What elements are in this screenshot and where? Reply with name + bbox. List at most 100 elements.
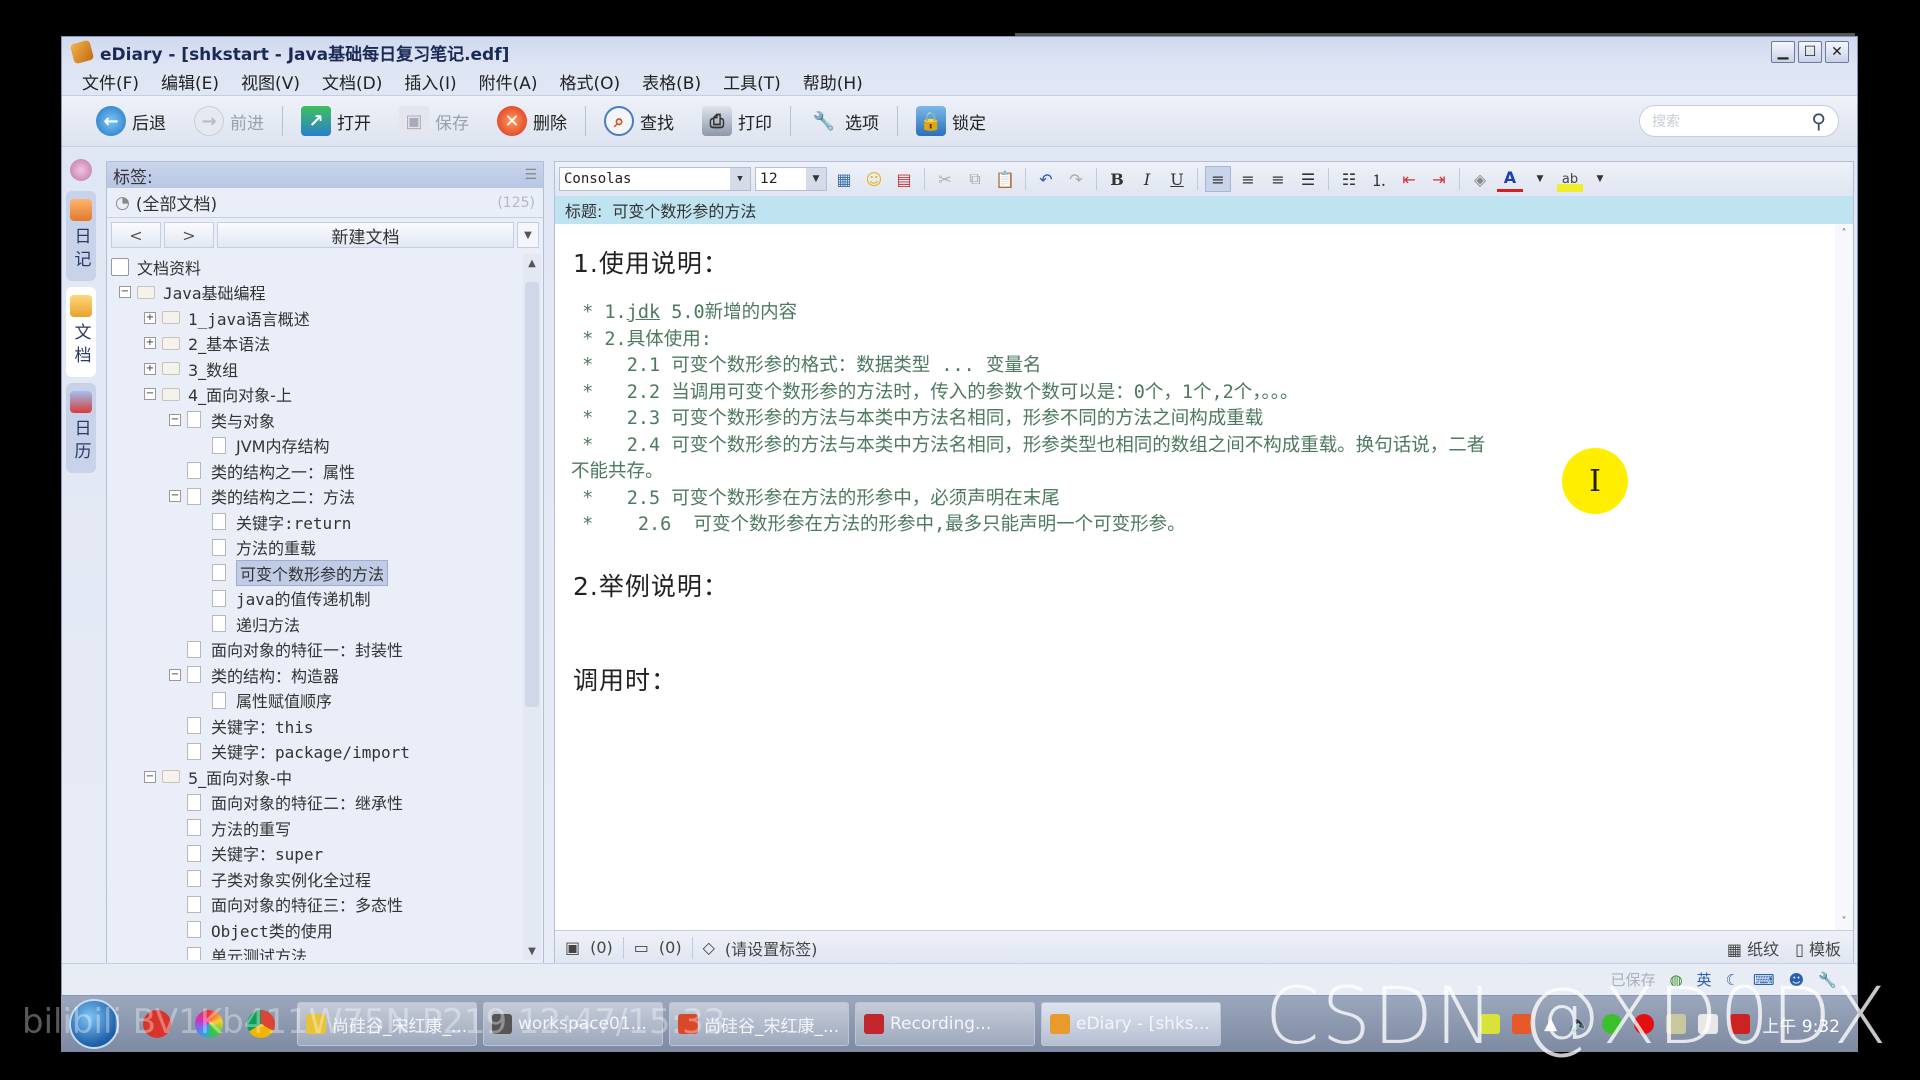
insert-date-icon[interactable]: ▤ xyxy=(891,166,917,192)
font-color-icon[interactable]: A xyxy=(1497,166,1523,192)
paper-texture-button[interactable]: ▦ 纸纹 xyxy=(1727,936,1779,960)
taskbar-task[interactable]: eDiary - [shks... xyxy=(1041,1002,1221,1046)
collapse-icon[interactable]: − xyxy=(169,490,181,503)
numbered-list-icon[interactable]: ⒈ xyxy=(1366,166,1392,192)
collapse-icon[interactable]: − xyxy=(144,770,156,783)
tree-document[interactable]: − 类与对象 xyxy=(111,407,521,433)
tree-folder[interactable]: −4_面向对象-上 xyxy=(111,382,521,408)
font-size-select[interactable]: 12 ▼ xyxy=(755,167,827,191)
paste-icon[interactable]: 📋 xyxy=(992,166,1018,192)
expand-icon[interactable]: + xyxy=(144,311,156,324)
tree-document[interactable]: java的值传递机制 xyxy=(111,586,521,612)
editor-scrollbar[interactable]: ˄ ˅ xyxy=(1835,224,1853,930)
template-button[interactable]: ▯ 模板 xyxy=(1795,936,1841,960)
tree-scrollbar[interactable]: ▲ ▼ xyxy=(523,254,541,960)
underline-icon[interactable]: U xyxy=(1164,166,1190,192)
tree-folder[interactable]: − Java基础编程 xyxy=(111,280,521,306)
scroll-up-icon[interactable]: ▲ xyxy=(523,254,541,272)
collapse-icon[interactable]: − xyxy=(144,388,156,401)
tree-document[interactable]: 面向对象的特征一：封装性 xyxy=(111,637,521,663)
tree-folder[interactable]: +3_数组 xyxy=(111,356,521,382)
tree-document[interactable]: 方法的重写 xyxy=(111,815,521,841)
tree-folder[interactable]: +2_基本语法 xyxy=(111,331,521,357)
align-left-icon[interactable]: ≡ xyxy=(1205,166,1231,192)
vnav-diary[interactable]: 日记 xyxy=(66,191,96,281)
lock-button[interactable]: 🔒 锁定 xyxy=(902,101,1000,141)
menu-attachment[interactable]: 附件(A) xyxy=(479,69,538,94)
menu-table[interactable]: 表格(B) xyxy=(642,69,701,94)
tree-document[interactable]: 关键字：package/import xyxy=(111,739,521,765)
new-document-button[interactable]: 新建文档 xyxy=(217,222,514,248)
delete-button[interactable]: ✕ 删除 xyxy=(483,101,581,141)
tree-document[interactable]: − 类的结构：构造器 xyxy=(111,662,521,688)
tree-document[interactable]: Object类的使用 xyxy=(111,917,521,943)
insert-emoji-icon[interactable]: ☺ xyxy=(861,166,887,192)
vnav-settings[interactable] xyxy=(66,155,96,185)
font-family-select[interactable]: Consolas ▼ xyxy=(559,167,751,191)
collapse-icon[interactable]: − xyxy=(169,413,181,426)
align-right-icon[interactable]: ≡ xyxy=(1265,166,1291,192)
scroll-up-icon[interactable]: ˄ xyxy=(1835,224,1853,242)
taskbar-task[interactable]: Recording... xyxy=(855,1002,1035,1046)
menu-format[interactable]: 格式(O) xyxy=(560,69,621,94)
menu-insert[interactable]: 插入(I) xyxy=(404,69,456,94)
document-body[interactable]: 1.使用说明： * 1.jdk 5.0新增的内容 * 2.具体使用: * 2.1… xyxy=(555,224,1833,930)
tree-folder[interactable]: −5_面向对象-中 xyxy=(111,764,521,790)
tree-root[interactable]: 文档资料 xyxy=(111,254,521,280)
menu-edit[interactable]: 编辑(E) xyxy=(161,69,219,94)
collapse-icon[interactable]: − xyxy=(169,668,181,681)
align-center-icon[interactable]: ≡ xyxy=(1235,166,1261,192)
italic-icon[interactable]: I xyxy=(1134,166,1160,192)
menu-file[interactable]: 文件(F) xyxy=(82,69,139,94)
tree-document[interactable]: 面向对象的特征三：多态性 xyxy=(111,892,521,918)
insert-image-icon[interactable]: ▦ xyxy=(831,166,857,192)
scroll-thumb[interactable] xyxy=(525,282,539,707)
attachment-icon[interactable]: ▣ xyxy=(565,938,580,957)
vnav-calendar[interactable]: 日历 xyxy=(66,383,96,473)
new-document-dropdown[interactable]: ▼ xyxy=(517,222,539,248)
tree-document[interactable]: JVM内存结构 xyxy=(111,433,521,459)
search-icon[interactable]: ⚲ xyxy=(1811,109,1826,133)
tree-document[interactable]: 单元测试方法 xyxy=(111,943,521,960)
tree-document[interactable]: − 类的结构之二：方法 xyxy=(111,484,521,510)
highlight-dropdown[interactable]: ▼ xyxy=(1587,166,1613,192)
find-button[interactable]: ⌕ 查找 xyxy=(590,101,688,141)
undo-icon[interactable]: ↶ xyxy=(1033,166,1059,192)
tree-document[interactable]: 类的结构之一：属性 xyxy=(111,458,521,484)
tree-document[interactable]: 方法的重载 xyxy=(111,535,521,561)
prev-doc-button[interactable]: < xyxy=(111,222,161,248)
collapse-icon[interactable]: − xyxy=(119,286,131,299)
copy-icon[interactable]: ⧉ xyxy=(962,166,988,192)
menu-view[interactable]: 视图(V) xyxy=(241,69,300,94)
tags-menu-icon[interactable]: ☰ xyxy=(524,167,537,183)
bold-icon[interactable]: B xyxy=(1104,166,1130,192)
scroll-down-icon[interactable]: ˅ xyxy=(1835,912,1853,930)
tree-document[interactable]: 子类对象实例化全过程 xyxy=(111,866,521,892)
vnav-documents[interactable]: 文档 xyxy=(66,287,96,377)
scroll-down-icon[interactable]: ▼ xyxy=(523,942,541,960)
tree-document[interactable]: 关键字：super xyxy=(111,841,521,867)
fill-color-icon[interactable]: ◈ xyxy=(1467,166,1493,192)
minimize-button[interactable]: ▁ xyxy=(1771,41,1795,63)
outdent-icon[interactable]: ⇤ xyxy=(1396,166,1422,192)
next-doc-button[interactable]: > xyxy=(164,222,214,248)
highlight-icon[interactable]: ab xyxy=(1557,166,1583,192)
save-button[interactable]: ▣ 保存 xyxy=(385,101,483,141)
expand-icon[interactable]: + xyxy=(144,337,156,350)
expand-icon[interactable]: + xyxy=(144,362,156,375)
indent-icon[interactable]: ⇥ xyxy=(1426,166,1452,192)
back-button[interactable]: ← 后退 xyxy=(82,101,180,141)
search-input[interactable]: 搜索 ⚲ xyxy=(1639,105,1839,137)
comment-icon[interactable]: ▭ xyxy=(634,938,649,957)
redo-icon[interactable]: ↷ xyxy=(1063,166,1089,192)
tree-document[interactable]: 属性赋值顺序 xyxy=(111,688,521,714)
document-title[interactable]: 可变个数形参的方法 xyxy=(612,198,756,222)
options-button[interactable]: 🔧 选项 xyxy=(795,101,893,141)
menu-help[interactable]: 帮助(H) xyxy=(803,69,863,94)
maximize-button[interactable]: ☐ xyxy=(1798,41,1822,63)
tree-document[interactable]: 面向对象的特征二：继承性 xyxy=(111,790,521,816)
menu-tools[interactable]: 工具(T) xyxy=(723,69,781,94)
all-documents-tag[interactable]: ◔ (全部文档) (125) xyxy=(107,188,543,218)
tree-document[interactable]: 递归方法 xyxy=(111,611,521,637)
tree-document[interactable]: 关键字:return xyxy=(111,509,521,535)
